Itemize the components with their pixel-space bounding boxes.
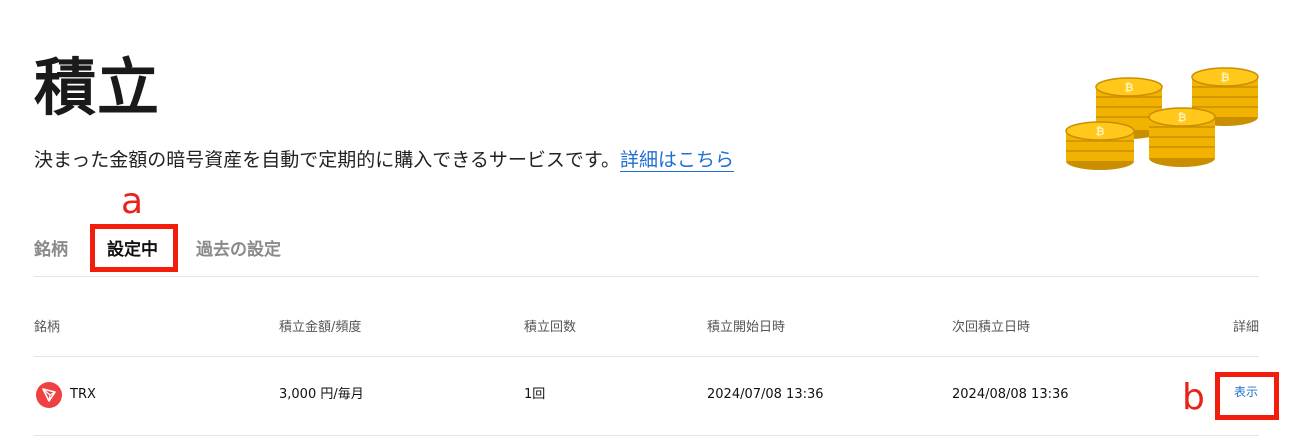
page-title: 積立 — [34, 51, 161, 124]
svg-text:₿: ₿ — [1125, 81, 1134, 94]
annotation-b: b — [1182, 377, 1205, 418]
svg-text:₿: ₿ — [1221, 71, 1230, 84]
svg-text:₿: ₿ — [1178, 111, 1187, 124]
annotation-b-highlight-box — [1215, 372, 1279, 420]
tab-brand[interactable]: 銘柄 — [34, 236, 68, 264]
column-header-amount-frequency: 積立金額/頻度 — [279, 320, 362, 335]
table-row: TRX 3,000 円/毎月 1回 2024/07/08 13:36 2024/… — [34, 357, 1268, 436]
tab-past-settings[interactable]: 過去の設定 — [196, 236, 281, 264]
details-link[interactable]: 詳細はこちら — [619, 149, 734, 172]
coin-stack-illustration: ₿ ₿ ₿ ₿ — [1065, 67, 1259, 170]
column-header-details: 詳細 — [1232, 320, 1259, 335]
coin-stack-front-left: ₿ — [1065, 121, 1135, 170]
description-text: 決まった金額の暗号資産を自動で定期的に購入できるサービスです。 — [34, 149, 620, 171]
annotation-a: a — [121, 181, 144, 222]
purchase-count: 1回 — [524, 387, 546, 402]
trx-logo-icon — [36, 382, 62, 408]
coin-symbol: TRX — [70, 387, 96, 402]
next-datetime: 2024/08/08 13:36 — [952, 387, 1069, 402]
annotation-a-highlight-box — [90, 224, 178, 272]
table-header: 銘柄 積立金額/頻度 積立回数 積立開始日時 次回積立日時 詳細 — [34, 310, 1259, 357]
column-header-start-date: 積立開始日時 — [707, 320, 786, 335]
page-description: 決まった金額の暗号資産を自動で定期的に購入できるサービスです。詳細はこちら — [34, 144, 734, 176]
start-datetime: 2024/07/08 13:36 — [707, 387, 824, 402]
coin-stack-front-right: ₿ — [1148, 107, 1216, 167]
amount-frequency: 3,000 円/毎月 — [279, 387, 364, 402]
column-header-next-date: 次回積立日時 — [952, 320, 1031, 335]
tab-bar: 銘柄 設定中 過去の設定 — [34, 226, 1259, 277]
column-header-count: 積立回数 — [524, 320, 577, 335]
svg-text:₿: ₿ — [1096, 125, 1105, 138]
column-header-coin: 銘柄 — [34, 320, 61, 335]
